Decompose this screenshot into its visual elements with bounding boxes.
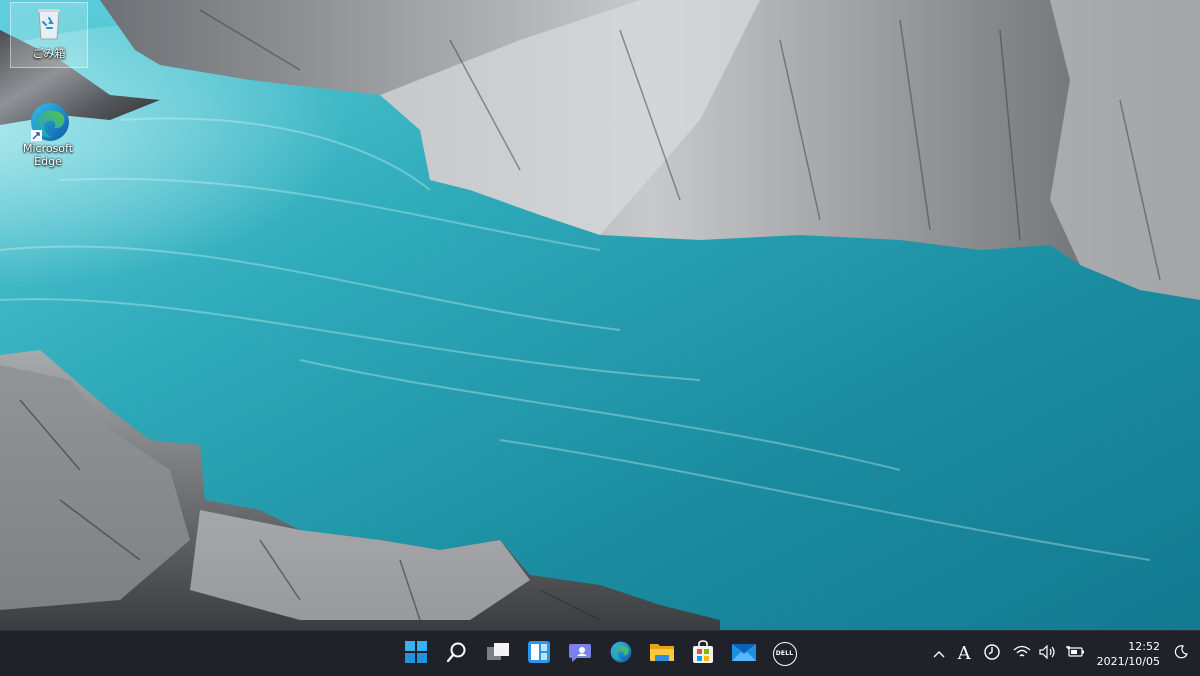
taskbar-widgets-button[interactable] [518,633,559,674]
desktop-icon-label: ごみ箱 [32,47,66,60]
edge-icon [28,100,69,141]
wifi-icon [1013,644,1031,663]
desktop-icon-microsoft-edge[interactable]: Microsoft Edge [10,100,86,168]
volume-icon [1038,644,1057,663]
system-tray: A 12:52 2021/10/05 [926,631,1200,676]
edge-icon [609,640,633,668]
task-view-icon [486,641,510,667]
taskbar-mail-button[interactable] [723,633,764,674]
teams-chat-icon [568,641,592,667]
taskbar-dell-button[interactable]: DELL [764,633,805,674]
store-icon [691,639,715,668]
recycle-bin-icon [29,3,69,43]
chevron-up-icon [932,644,946,663]
quick-settings-button[interactable] [1007,633,1091,674]
taskbar-chat-button[interactable] [559,633,600,674]
windows-start-icon [404,640,427,667]
search-icon [446,641,468,667]
mail-icon [731,641,757,667]
ime-clock-icon [983,643,1001,665]
desktop-icon-label: Microsoft Edge [22,142,74,168]
ime-mode-button[interactable]: A [952,633,977,674]
moon-icon [1174,644,1188,663]
taskbar-start-button[interactable] [395,633,436,674]
dell-icon: DELL [772,641,797,666]
wallpaper-river-canyon [0,0,1200,630]
folder-icon [649,641,675,667]
ime-status-button[interactable] [977,633,1007,674]
taskbar-clock[interactable]: 12:52 2021/10/05 [1091,639,1168,669]
taskbar-edge-button[interactable] [600,633,641,674]
taskbar-file-explorer-button[interactable] [641,633,682,674]
clock-date: 2021/10/05 [1096,654,1160,668]
taskbar-store-button[interactable] [682,633,723,674]
taskbar-pinned-apps: DELL [395,631,805,676]
taskbar: DELL A 12:52 2021/10/05 [0,630,1200,676]
show-hidden-icons-button[interactable] [926,633,952,674]
widgets-icon [527,640,550,667]
battery-charging-icon [1065,644,1085,663]
desktop-wallpaper [0,0,1200,630]
ime-mode-indicator: A [957,643,971,664]
clock-time: 12:52 [1128,639,1160,653]
focus-assist-button[interactable] [1168,633,1200,674]
taskbar-search-button[interactable] [436,633,477,674]
taskbar-task-view-button[interactable] [477,633,518,674]
desktop-icon-recycle-bin[interactable]: ごみ箱 [10,2,88,68]
dell-logo-text: DELL [775,650,794,657]
